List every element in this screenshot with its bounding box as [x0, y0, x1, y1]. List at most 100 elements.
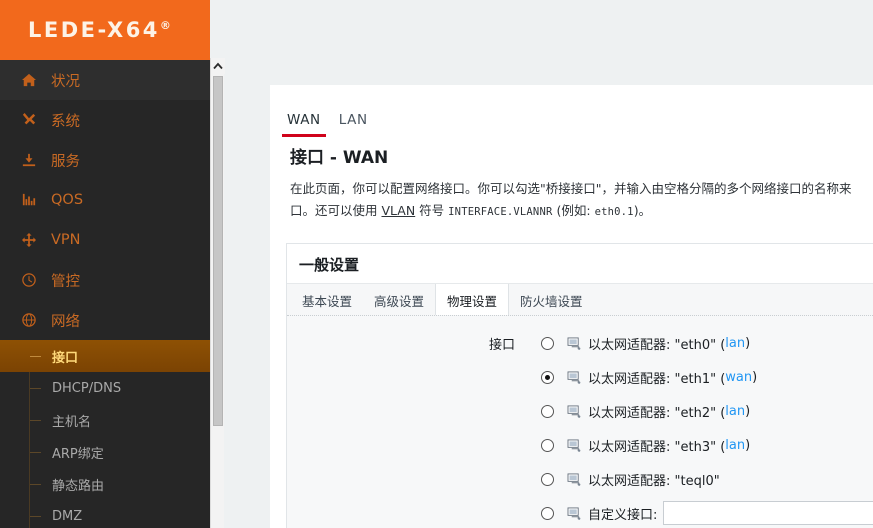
scrollbar-track[interactable] — [211, 74, 225, 498]
interface-option-eth0[interactable]: 以太网适配器: "eth0" (lan) — [567, 334, 750, 353]
sidebar-item-label: 系统 — [51, 113, 80, 130]
radio-eth1[interactable] — [540, 370, 554, 384]
radio-eth0[interactable] — [540, 336, 554, 350]
description-line-2: 口。还可以使用 VLAN 符号 INTERFACE.VLANNR (例如: et… — [290, 200, 873, 223]
interface-option-eth3[interactable]: 以太网适配器: "eth3" (lan) — [567, 436, 750, 455]
sidebar-item-qos[interactable]: QOS — [0, 180, 210, 220]
bar-chart-icon — [22, 193, 42, 207]
subtab-firewall-settings[interactable]: 防火墙设置 — [509, 284, 594, 315]
sidebar-item-label: 网络 — [51, 313, 80, 330]
description-text-b: 符号 — [415, 203, 449, 218]
card-legend: 一般设置 — [299, 256, 360, 274]
sidebar-item-control[interactable]: 管控 — [0, 260, 210, 300]
radio-cell[interactable] — [527, 438, 567, 452]
interface-radio-list: 接口 以太网适配器: "eth0" (lan) 以太网适配器: "eth1" (… — [287, 316, 873, 528]
sidebar-subitem-label: DMZ — [52, 508, 83, 524]
sidebar-item-interfaces[interactable]: 接口 — [0, 340, 210, 372]
tab-lan[interactable]: LAN — [330, 112, 377, 137]
interface-tail: ) — [752, 369, 758, 385]
tab-label: LAN — [338, 112, 368, 128]
interface-option-teql0[interactable]: 以太网适配器: "teql0" — [567, 470, 720, 489]
sidebar-item-status[interactable]: 状况 — [0, 60, 210, 100]
home-icon — [22, 73, 42, 87]
radio-cell[interactable] — [527, 472, 567, 486]
settings-subtabs: 基本设置 高级设置 物理设置 防火墙设置 — [287, 283, 873, 316]
content-panel: WAN LAN 接口 - WAN 在此页面，你可以配置网络接口。你可以勾选"桥接… — [270, 85, 873, 528]
tab-wan[interactable]: WAN — [278, 112, 330, 137]
custom-interface-input[interactable] — [663, 501, 873, 525]
sidebar-subitem-label: ARP绑定 — [52, 446, 104, 462]
radio-cell[interactable] — [527, 506, 567, 520]
radio-eth2[interactable] — [540, 404, 554, 418]
general-settings-card: 一般设置 基本设置 高级设置 物理设置 防火墙设置 接口 以太网适配器: "et… — [286, 243, 873, 528]
globe-icon — [22, 313, 42, 327]
description-text-a: 口。还可以使用 — [290, 203, 382, 218]
description-text-c: (例如: — [552, 203, 595, 218]
sidebar-item-arp-binding[interactable]: ARP绑定 — [0, 436, 210, 468]
network-adapter-icon — [567, 438, 582, 452]
sidebar-item-label: VPN — [51, 232, 81, 248]
table-row: 以太网适配器: "eth1" (wan) — [287, 360, 873, 394]
radio-teql0[interactable] — [540, 472, 554, 486]
vlan-link[interactable]: VLAN — [381, 203, 415, 218]
sidebar-item-services[interactable]: 服务 — [0, 140, 210, 180]
interface-text: 自定义接口: — [588, 507, 658, 523]
brand-name: LEDE-X64® — [28, 18, 171, 42]
interface-tail: ) — [745, 437, 751, 453]
sidebar-item-vpn[interactable]: VPN — [0, 220, 210, 260]
radio-cell[interactable] — [527, 336, 567, 350]
network-adapter-icon — [567, 370, 582, 384]
sidebar-nav: 状况 系统 服务 QOS VPN 管控 网络 接口 DHCP/DNS 主机名 A… — [0, 60, 210, 528]
subtab-label: 物理设置 — [447, 294, 498, 309]
interface-option-eth1[interactable]: 以太网适配器: "eth1" (wan) — [567, 368, 757, 387]
sidebar-item-network[interactable]: 网络 — [0, 300, 210, 340]
interface-tail: ) — [745, 403, 751, 419]
interface-text: 以太网适配器: "eth3" ( — [588, 439, 726, 455]
sidebar-item-label: 管控 — [51, 273, 80, 290]
radio-cell[interactable] — [527, 370, 567, 384]
sidebar-scrollbar[interactable] — [210, 58, 225, 528]
sidebar-item-label: 状况 — [51, 73, 80, 90]
vlannr-code: INTERFACE.VLANNR — [448, 206, 553, 218]
radio-eth3[interactable] — [540, 438, 554, 452]
sidebar: LEDE-X64® 状况 系统 服务 QOS VPN 管控 网络 接口 DHCP… — [0, 0, 210, 528]
subtab-basic-settings[interactable]: 基本设置 — [291, 284, 363, 315]
interface-zone: wan — [725, 369, 753, 385]
interface-zone: lan — [725, 437, 746, 453]
subtab-label: 高级设置 — [374, 294, 425, 309]
interface-tail: ) — [745, 335, 751, 351]
network-adapter-icon — [567, 336, 582, 350]
vlan-example-code: eth0.1 — [594, 206, 634, 218]
sidebar-item-hostname[interactable]: 主机名 — [0, 404, 210, 436]
network-adapter-icon — [567, 404, 582, 418]
interface-option-custom[interactable]: 自定义接口: — [567, 501, 873, 525]
sidebar-item-dhcp-dns[interactable]: DHCP/DNS — [0, 372, 210, 404]
radio-cell[interactable] — [527, 404, 567, 418]
sidebar-item-label: QOS — [51, 192, 84, 208]
radio-custom-interface[interactable] — [540, 506, 554, 520]
sidebar-item-dmz[interactable]: DMZ — [0, 500, 210, 528]
table-row: 以太网适配器: "eth2" (lan) — [287, 394, 873, 428]
scrollbar-thumb[interactable] — [213, 76, 223, 426]
interface-text: 以太网适配器: "eth0" ( — [588, 337, 726, 353]
sidebar-item-static-routes[interactable]: 静态路由 — [0, 468, 210, 500]
interface-text: 以太网适配器: "teql0" — [588, 473, 720, 489]
sidebar-item-label: 服务 — [51, 153, 80, 170]
network-adapter-icon — [567, 506, 582, 520]
wrench-icon — [22, 113, 42, 127]
interface-zone: lan — [725, 403, 746, 419]
registered-mark: ® — [159, 19, 171, 32]
move-arrows-icon — [22, 233, 42, 247]
sidebar-item-system[interactable]: 系统 — [0, 100, 210, 140]
interface-option-eth2[interactable]: 以太网适配器: "eth2" (lan) — [567, 402, 750, 421]
interface-zone: lan — [725, 335, 746, 351]
brand-logo[interactable]: LEDE-X64® — [0, 0, 210, 60]
sidebar-subitem-label: 主机名 — [52, 414, 92, 430]
scrollbar-up-arrow-icon[interactable] — [211, 58, 225, 74]
subtab-physical-settings[interactable]: 物理设置 — [435, 284, 510, 315]
clock-icon — [22, 273, 42, 287]
table-row: 接口 以太网适配器: "eth0" (lan) — [287, 326, 873, 360]
subtab-advanced-settings[interactable]: 高级设置 — [363, 284, 435, 315]
table-row: 以太网适配器: "eth3" (lan) — [287, 428, 873, 462]
table-row: 自定义接口: — [287, 496, 873, 528]
